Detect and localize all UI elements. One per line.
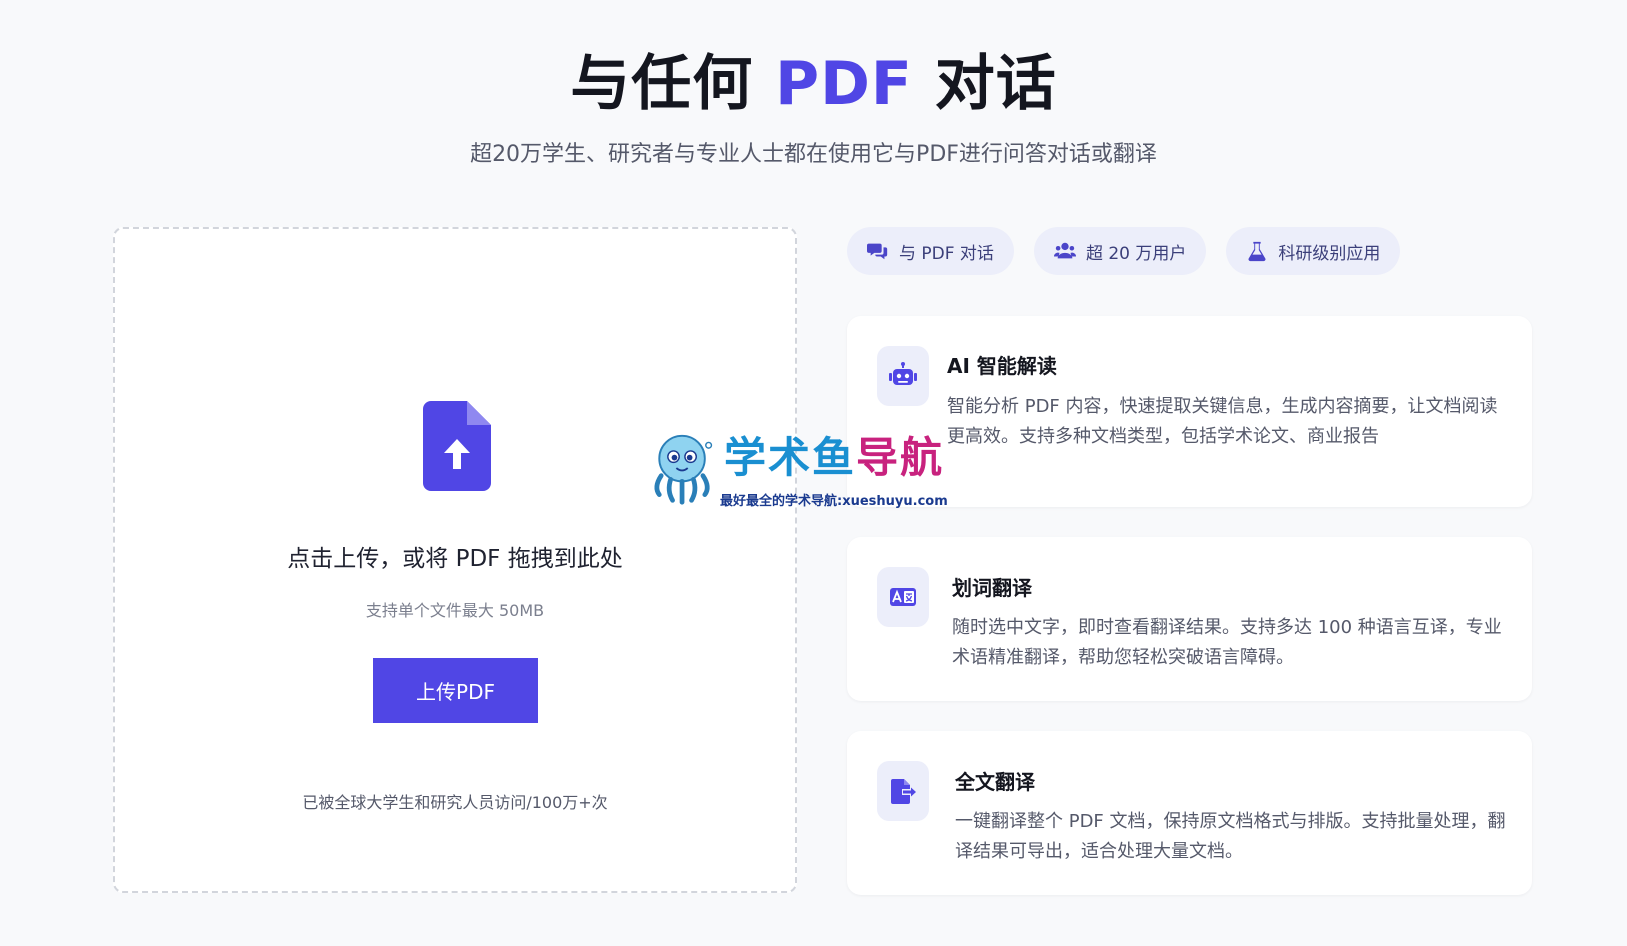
feature-icon-box	[877, 761, 929, 821]
watermark-logo: 学术鱼导航 最好最全的学术导航:xueshuyu.com	[648, 432, 978, 510]
feature-title: AI 智能解读	[947, 354, 1057, 378]
watermark-title-a: 学术鱼	[724, 433, 857, 482]
file-export-icon	[891, 779, 916, 804]
feature-card-full-translate: 全文翻译 一键翻译整个 PDF 文档，保持原文档格式与排版。支持批量处理，翻译结…	[847, 731, 1532, 895]
drop-instructions: 点击上传，或将 PDF 拖拽到此处	[287, 546, 623, 572]
title-prefix: 与任何	[570, 49, 754, 119]
visits-counter: 已被全球大学生和研究人员访问/100万+次	[302, 793, 608, 812]
tag-research: 科研级别应用	[1226, 227, 1401, 275]
feature-description: 一键翻译整个 PDF 文档，保持原文档格式与排版。支持批量处理，翻译结果可导出，…	[955, 811, 1506, 862]
upload-dropzone[interactable]: 点击上传，或将 PDF 拖拽到此处 支持单个文件最大 50MB 上传PDF 已被…	[113, 227, 797, 893]
chat-bubbles-icon	[867, 243, 888, 260]
watermark-subtitle: 最好最全的学术导航:xueshuyu.com	[720, 494, 948, 509]
tag-label: 科研级别应用	[1278, 243, 1381, 264]
feature-tags: 与 PDF 对话 超 20 万用户 科研级别应用	[847, 227, 1401, 275]
translate-icon	[890, 588, 916, 606]
upload-pdf-button[interactable]: 上传PDF	[373, 658, 538, 723]
watermark-title: 学术鱼导航	[724, 432, 944, 484]
flask-icon	[1248, 241, 1266, 262]
feature-description: 随时选中文字，即时查看翻译结果。支持多达 100 种语言互译，专业术语精准翻译，…	[952, 617, 1502, 668]
feature-description: 智能分析 PDF 内容，快速提取关键信息，生成内容摘要，让文档阅读更高效。支持多…	[947, 396, 1498, 447]
users-icon	[1053, 242, 1076, 259]
feature-icon-box	[877, 346, 929, 406]
title-accent: PDF	[775, 49, 913, 119]
robot-icon	[889, 362, 917, 385]
title-suffix: 对话	[934, 49, 1057, 119]
file-size-limit: 支持单个文件最大 50MB	[365, 601, 545, 620]
feature-title: 划词翻译	[952, 576, 1032, 600]
feature-card-word-translate: 划词翻译 随时选中文字，即时查看翻译结果。支持多达 100 种语言互译，专业术语…	[847, 537, 1532, 701]
file-upload-icon	[423, 401, 491, 491]
page-subtitle: 超20万学生、研究者与专业人士都在使用它与PDF进行问答对话或翻译	[470, 142, 1157, 167]
hero-section: 与任何 PDF 对话 超20万学生、研究者与专业人士都在使用它与PDF进行问答对…	[0, 44, 1627, 168]
feature-title: 全文翻译	[955, 770, 1035, 794]
tag-chat-pdf: 与 PDF 对话	[847, 227, 1014, 275]
tag-users: 超 20 万用户	[1033, 227, 1207, 275]
page-title: 与任何 PDF 对话	[0, 44, 1627, 124]
watermark-title-b: 导航	[856, 433, 945, 482]
feature-icon-box	[877, 567, 929, 627]
tag-label: 与 PDF 对话	[899, 243, 994, 264]
tag-label: 超 20 万用户	[1085, 243, 1187, 264]
octopus-mascot-icon	[654, 434, 713, 505]
